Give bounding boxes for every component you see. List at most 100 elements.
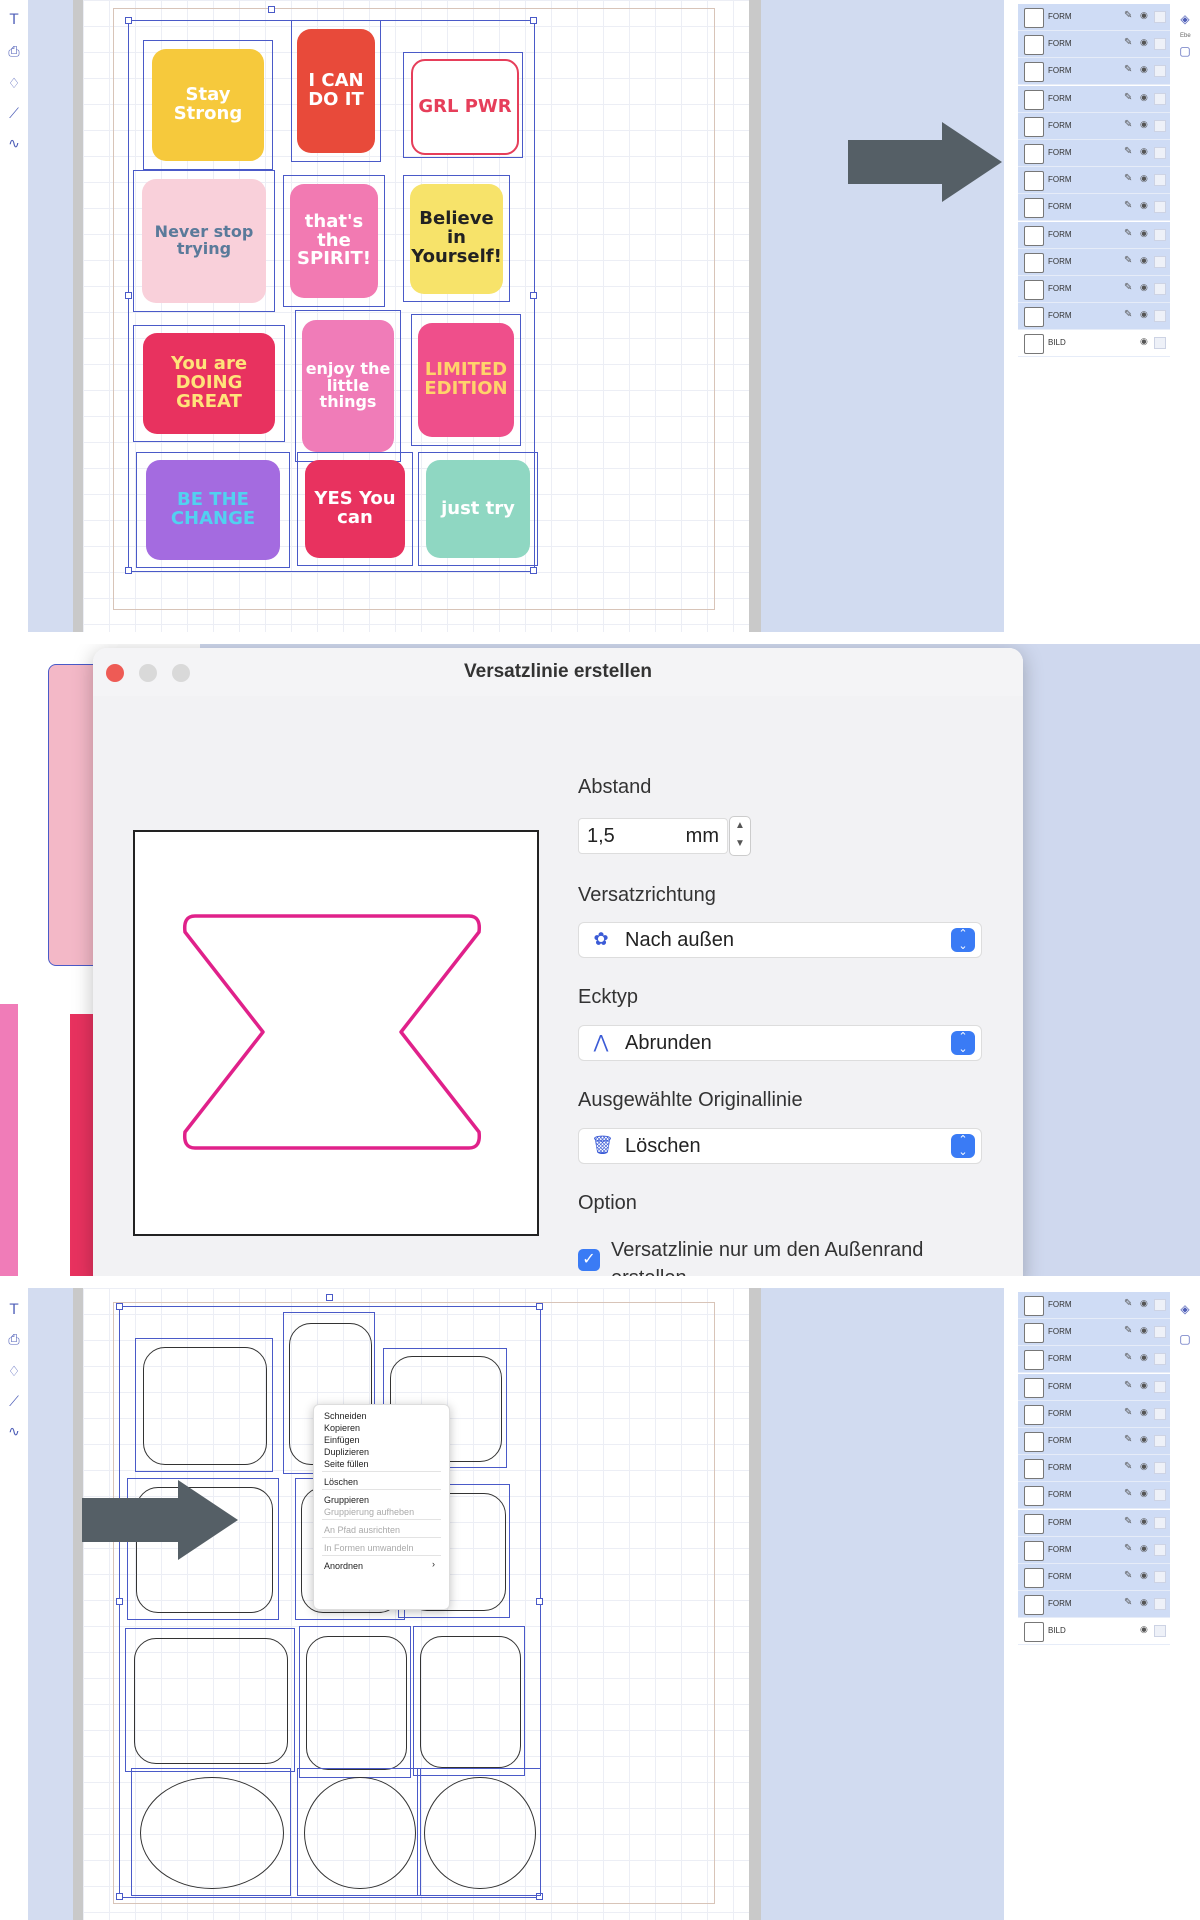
freehand-icon[interactable]: ∿: [6, 1424, 22, 1440]
lock-toggle[interactable]: [1154, 1380, 1166, 1393]
resize-handle[interactable]: [530, 17, 537, 24]
lock-toggle[interactable]: [1154, 92, 1166, 105]
lock-toggle[interactable]: [1154, 174, 1166, 187]
eye-icon[interactable]: ◉: [1140, 1516, 1148, 1527]
pen-icon[interactable]: ✎: [1124, 1597, 1132, 1608]
eye-icon[interactable]: ◉: [1140, 64, 1148, 75]
layer-row[interactable]: BILD ◉: [1018, 330, 1173, 358]
layer-row[interactable]: FORM ✎ ◉: [1018, 58, 1173, 86]
pen-icon[interactable]: ✎: [1124, 1407, 1132, 1418]
pen-icon[interactable]: ✎: [1124, 1461, 1132, 1472]
pen-icon[interactable]: ✎: [1124, 282, 1132, 293]
context-menu-item[interactable]: Duplizieren: [324, 1447, 369, 1457]
shape-icon[interactable]: ♢: [6, 76, 22, 92]
lock-toggle[interactable]: [1154, 1543, 1166, 1556]
sticker-item[interactable]: Stay Strong: [143, 40, 273, 170]
page-icon[interactable]: ▢: [1178, 44, 1192, 58]
lock-toggle[interactable]: [1154, 255, 1166, 268]
eye-icon[interactable]: ◉: [1140, 1461, 1148, 1472]
page-icon[interactable]: ▢: [1178, 1332, 1192, 1346]
pen-icon[interactable]: ✎: [1124, 1434, 1132, 1445]
eye-icon[interactable]: ◉: [1140, 1380, 1148, 1391]
sticker-item[interactable]: that's the SPIRIT!: [283, 175, 385, 307]
context-menu-item[interactable]: Löschen: [324, 1477, 358, 1487]
sticker-outline[interactable]: [299, 1626, 411, 1778]
text-tool-icon[interactable]: T: [6, 1302, 22, 1318]
eye-icon[interactable]: ◉: [1140, 336, 1148, 347]
eye-icon[interactable]: ◉: [1140, 1624, 1148, 1635]
layer-row[interactable]: FORM ✎ ◉: [1018, 1319, 1173, 1347]
lock-toggle[interactable]: [1154, 65, 1166, 78]
eye-icon[interactable]: ◉: [1140, 1298, 1148, 1309]
distance-stepper[interactable]: ▲ ▼: [729, 816, 751, 856]
lock-toggle[interactable]: [1154, 38, 1166, 51]
eye-icon[interactable]: ◉: [1140, 1407, 1148, 1418]
sticker-item[interactable]: just try: [418, 452, 538, 566]
lock-toggle[interactable]: [1154, 1299, 1166, 1311]
resize-handle[interactable]: [530, 567, 537, 574]
lock-toggle[interactable]: [1154, 1462, 1166, 1475]
corner-select[interactable]: ⋀ Abrunden ⌃ ⌄: [578, 1025, 982, 1061]
layer-row[interactable]: FORM ✎ ◉: [1018, 1564, 1173, 1591]
eye-icon[interactable]: ◉: [1140, 309, 1148, 320]
layer-row[interactable]: FORM ✎ ◉: [1018, 1428, 1173, 1455]
sticker-item[interactable]: enjoy the little things: [295, 310, 401, 462]
print-icon[interactable]: ⎙: [6, 44, 22, 60]
line-icon[interactable]: ⟋: [6, 1394, 22, 1410]
sticker-item[interactable]: You are DOING GREAT: [133, 325, 285, 442]
layer-row[interactable]: FORM ✎ ◉: [1018, 1455, 1173, 1483]
lock-toggle[interactable]: [1154, 1516, 1166, 1529]
sticker-item[interactable]: GRL PWR: [403, 52, 523, 158]
layer-row[interactable]: FORM ✎ ◉: [1018, 112, 1173, 140]
lock-toggle[interactable]: [1154, 1489, 1166, 1502]
resize-handle[interactable]: [125, 292, 132, 299]
rotate-handle[interactable]: [326, 1294, 333, 1301]
context-menu-item[interactable]: Gruppieren: [324, 1495, 369, 1505]
layer-row[interactable]: FORM ✎ ◉: [1018, 1292, 1173, 1319]
layer-row[interactable]: FORM ✎ ◉: [1018, 194, 1173, 222]
sticker-outline[interactable]: [297, 1768, 421, 1896]
pen-icon[interactable]: ✎: [1124, 37, 1132, 48]
lock-toggle[interactable]: [1154, 147, 1166, 159]
context-menu-item[interactable]: Kopieren: [324, 1423, 360, 1433]
lock-toggle[interactable]: [1154, 1326, 1166, 1339]
eye-icon[interactable]: ◉: [1140, 1597, 1148, 1608]
pen-icon[interactable]: ✎: [1124, 1325, 1132, 1336]
layer-row[interactable]: FORM ✎ ◉: [1018, 248, 1173, 276]
eye-icon[interactable]: ◉: [1140, 228, 1148, 239]
eye-icon[interactable]: ◉: [1140, 37, 1148, 48]
layer-row[interactable]: FORM ✎ ◉: [1018, 1591, 1173, 1619]
layer-row[interactable]: FORM ✎ ◉: [1018, 1509, 1173, 1537]
layer-row[interactable]: BILD ◉: [1018, 1618, 1173, 1646]
pen-icon[interactable]: ✎: [1124, 228, 1132, 239]
eye-icon[interactable]: ◉: [1140, 92, 1148, 103]
lock-toggle[interactable]: [1154, 11, 1166, 23]
layer-row[interactable]: FORM ✎ ◉: [1018, 276, 1173, 303]
eye-icon[interactable]: ◉: [1140, 173, 1148, 184]
layers-icon[interactable]: ◈: [1178, 1302, 1192, 1316]
lock-toggle[interactable]: [1154, 1625, 1166, 1638]
print-icon[interactable]: ⎙: [6, 1332, 22, 1348]
text-tool-icon[interactable]: T: [6, 12, 22, 28]
sticker-outline[interactable]: [413, 1626, 525, 1776]
layer-row[interactable]: FORM ✎ ◉: [1018, 167, 1173, 195]
resize-handle[interactable]: [125, 17, 132, 24]
sticker-item[interactable]: Never stop trying: [133, 170, 275, 312]
pen-icon[interactable]: ✎: [1124, 1380, 1132, 1391]
eye-icon[interactable]: ◉: [1140, 1434, 1148, 1445]
design-canvas[interactable]: Stay Strong I CAN DO IT GRL PWR Never stop …: [83, 0, 749, 632]
layer-row[interactable]: FORM ✎ ◉: [1018, 1400, 1173, 1428]
direction-select[interactable]: ✿ Nach außen ⌃ ⌄: [578, 922, 982, 958]
pen-icon[interactable]: ✎: [1124, 200, 1132, 211]
pen-icon[interactable]: ✎: [1124, 92, 1132, 103]
pen-icon[interactable]: ✎: [1124, 10, 1132, 21]
pen-icon[interactable]: ✎: [1124, 309, 1132, 320]
context-menu-item[interactable]: Schneiden: [324, 1411, 367, 1421]
resize-handle[interactable]: [536, 1598, 543, 1605]
lock-toggle[interactable]: [1154, 1598, 1166, 1611]
shape-icon[interactable]: ♢: [6, 1364, 22, 1380]
sticker-item[interactable]: BE THE CHANGE: [136, 452, 290, 568]
eye-icon[interactable]: ◉: [1140, 10, 1148, 21]
resize-handle[interactable]: [536, 1303, 543, 1310]
layer-row[interactable]: FORM ✎ ◉: [1018, 31, 1173, 59]
